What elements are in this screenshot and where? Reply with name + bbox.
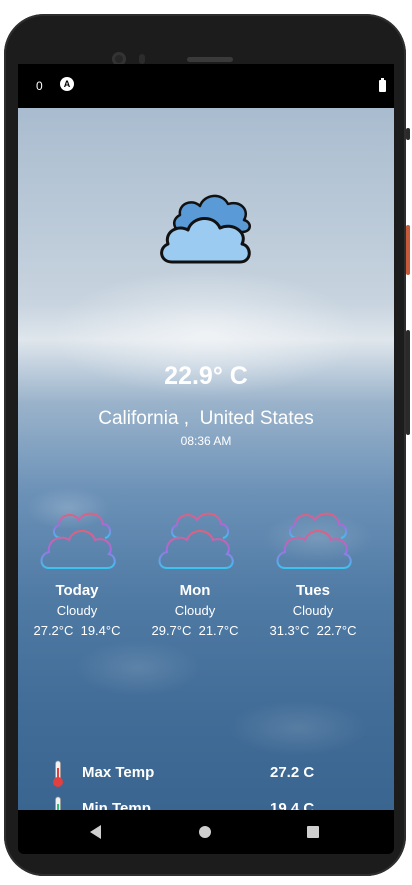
cloud-icon: [160, 194, 251, 264]
cloud-icon: [158, 512, 234, 569]
forecast-condition: Cloudy: [56, 603, 98, 618]
current-temperature: 22.9° C: [164, 362, 248, 390]
back-icon[interactable]: [90, 825, 101, 839]
detail-row-min-temp: Min Temp 19.4 C: [52, 796, 372, 810]
proximity-sensor: [139, 54, 145, 64]
forecast-day: Today: [55, 582, 99, 599]
forecast-condition: Cloudy: [174, 603, 216, 618]
forecast-temps: 31.3°C 22.7°C: [269, 623, 357, 638]
home-icon[interactable]: [199, 826, 211, 838]
thermometer-cold-icon: [55, 796, 61, 810]
thermometer-hot-icon: [53, 760, 63, 787]
detail-label: Max Temp: [82, 764, 155, 781]
forecast-item-tues[interactable]: Tues Cloudy 31.3°C 22.7°C: [258, 508, 368, 638]
current-time: 08:36 AM: [180, 434, 232, 448]
earpiece-speaker: [187, 57, 233, 62]
forecast-day: Mon: [179, 582, 211, 599]
forecast-item-mon[interactable]: Mon Cloudy 29.7°C 21.7°C: [140, 508, 250, 638]
forecast-condition: Cloudy: [292, 603, 334, 618]
detail-row-max-temp: Max Temp 27.2 C: [52, 760, 372, 787]
detail-value: 27.2 C: [270, 764, 315, 781]
navigation-bar: [18, 810, 394, 854]
cloud-icon: [276, 512, 352, 569]
cloud-icon: [40, 512, 116, 569]
notification-a-icon: A: [60, 77, 74, 91]
forecast-temps: 27.2°C 19.4°C: [33, 623, 121, 638]
detail-label: Min Temp: [82, 800, 151, 810]
weather-screen: 22.9° C California , United States 08:36…: [18, 108, 394, 810]
power-button: [406, 225, 410, 275]
battery-icon: [379, 78, 386, 92]
forecast-item-today[interactable]: Today Cloudy 27.2°C 19.4°C: [22, 508, 132, 638]
volume-button: [406, 330, 410, 435]
forecast-temps: 29.7°C 21.7°C: [151, 623, 239, 638]
side-button-top: [406, 128, 410, 140]
recent-apps-icon[interactable]: [307, 826, 319, 838]
status-time: 0: [36, 79, 43, 93]
detail-value: 19.4 C: [270, 800, 315, 810]
forecast-day: Tues: [296, 582, 330, 599]
location-label: California , United States: [98, 408, 314, 429]
status-bar: 0 A: [18, 64, 394, 108]
